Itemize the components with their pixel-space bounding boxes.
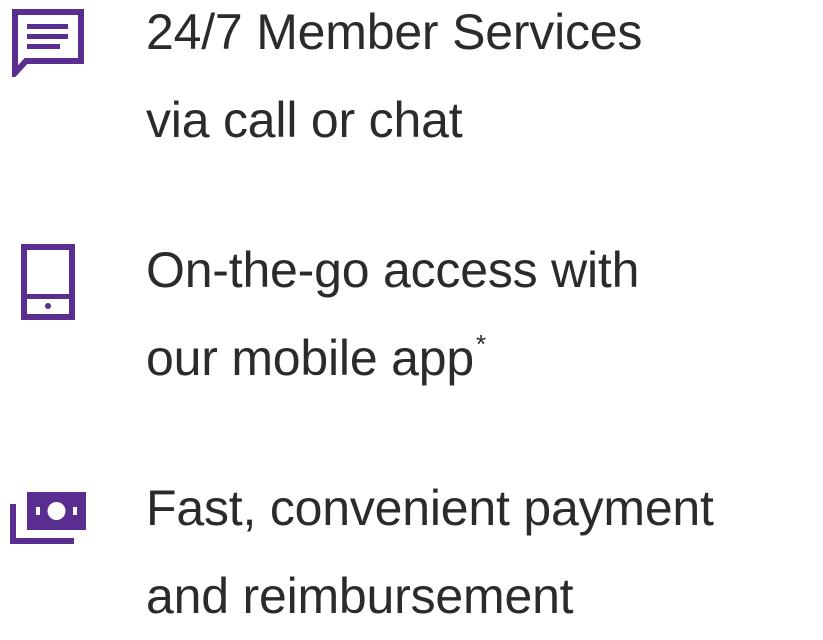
feature-text: On-the-go access with our mobile app* [146,226,639,410]
footnote-mark: * [475,329,486,359]
feature-payment: Fast, convenient payment and reimburseme… [0,0,823,624]
feature-line-2-text: our mobile app [146,330,474,386]
feature-line-1: On-the-go access with [146,242,640,298]
feature-text: Fast, convenient payment and reimburseme… [146,464,714,640]
feature-line-2: our mobile app* [146,314,639,410]
feature-line-1: Fast, convenient payment [146,480,714,536]
money-bill-icon [10,490,88,544]
feature-line-2: and reimbursement [146,568,574,624]
mobile-phone-icon [21,244,75,320]
